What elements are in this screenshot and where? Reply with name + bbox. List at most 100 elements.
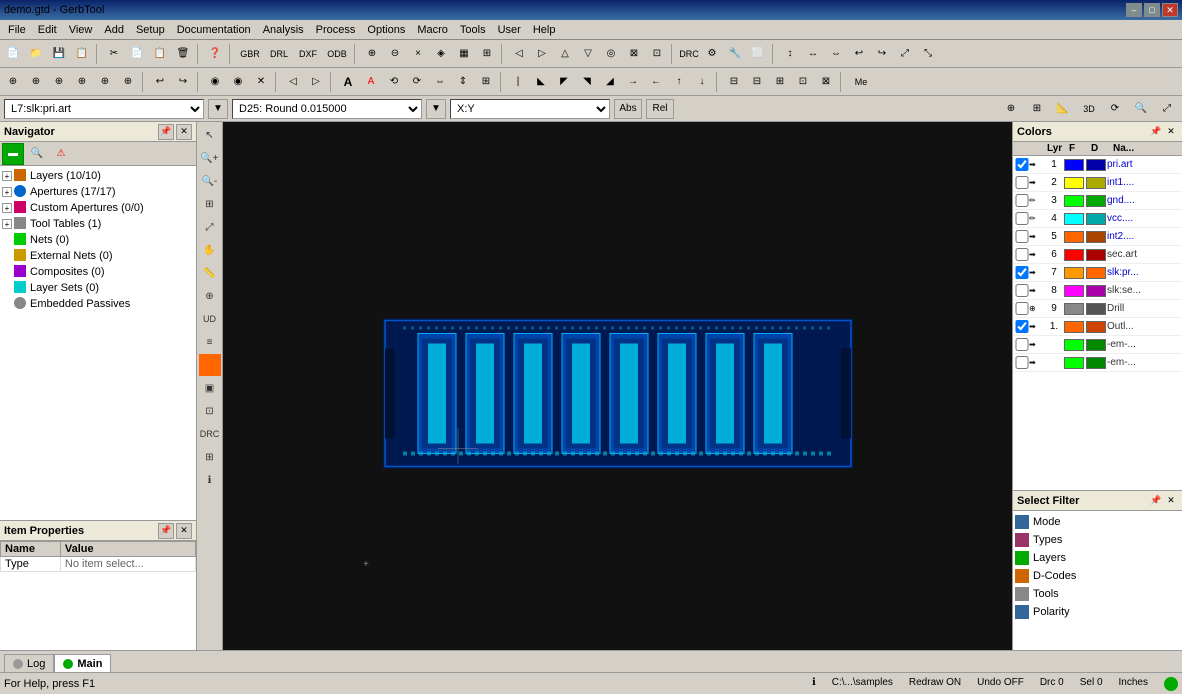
layer-4-color-f[interactable] (1064, 213, 1084, 225)
layer-8-color-f[interactable] (1064, 285, 1084, 297)
layer-5-color-f[interactable] (1064, 231, 1084, 243)
color-row-6[interactable]: ➡ 6 sec.art (1013, 246, 1182, 264)
rot1[interactable]: ⟲ (383, 71, 405, 93)
menu-tools[interactable]: Tools (454, 22, 492, 38)
tree-item-embed[interactable]: Embedded Passives (2, 296, 194, 312)
tool13[interactable]: ⊡ (646, 43, 668, 65)
tool11[interactable]: ◎ (600, 43, 622, 65)
tool6[interactable]: ⊞ (476, 43, 498, 65)
maximize-button[interactable]: □ (1144, 3, 1160, 17)
layer-9-check[interactable] (1015, 302, 1029, 315)
layer-6-color-f[interactable] (1064, 249, 1084, 261)
menu-help[interactable]: Help (527, 22, 562, 38)
aperture-dropdown-btn[interactable]: ▼ (426, 99, 446, 119)
sf-item-types[interactable]: Types (1015, 531, 1180, 549)
color-row-4[interactable]: ✏ 4 vcc.... (1013, 210, 1182, 228)
tree-item-custom[interactable]: + Custom Apertures (0/0) (2, 200, 194, 216)
lt-fill-btn[interactable]: ▣ (199, 377, 221, 399)
color-row-11[interactable]: ➡ -em-... (1013, 336, 1182, 354)
minimize-button[interactable]: – (1126, 3, 1142, 17)
drl-btn[interactable]: DRL (265, 43, 293, 65)
layer-1-color-d[interactable] (1086, 159, 1106, 171)
layer-5-color-d[interactable] (1086, 231, 1106, 243)
tool9[interactable]: △ (554, 43, 576, 65)
color-row-9[interactable]: ⊕ 9 Drill (1013, 300, 1182, 318)
arr1[interactable]: ◁ (282, 71, 304, 93)
layer-11-color-d[interactable] (1086, 339, 1106, 351)
menu-view[interactable]: View (63, 22, 99, 38)
tool12[interactable]: ⊠ (623, 43, 645, 65)
drill4[interactable]: ⬜ (747, 43, 769, 65)
color-row-10[interactable]: ➡ 1. Outl... (1013, 318, 1182, 336)
drill2[interactable]: ⚙ (701, 43, 723, 65)
sf-item-mode[interactable]: Mode (1015, 513, 1180, 531)
save-as-button[interactable]: 📋 (71, 43, 93, 65)
align1[interactable]: ⊟ (723, 71, 745, 93)
snap2[interactable]: ⊕ (25, 71, 47, 93)
sel1[interactable]: ◉ (204, 71, 226, 93)
tree-item-tool[interactable]: + Tool Tables (1) (2, 216, 194, 232)
tree-item-apertures[interactable]: + Apertures (17/17) (2, 184, 194, 200)
nav-btn-3[interactable]: ⚠ (50, 143, 72, 165)
layer-3-check[interactable] (1015, 194, 1029, 207)
view-snap-btn[interactable]: ⊕ (1000, 98, 1022, 120)
coord-select[interactable]: X:Y (450, 99, 610, 119)
expand-layers[interactable]: + (2, 171, 12, 181)
drill3[interactable]: 🔧 (724, 43, 746, 65)
menu-edit[interactable]: Edit (32, 22, 63, 38)
layer-2-color-f[interactable] (1064, 177, 1084, 189)
layer-12-color-d[interactable] (1086, 357, 1106, 369)
sel3[interactable]: ✕ (250, 71, 272, 93)
geo1[interactable]: | (507, 71, 529, 93)
layer-12-color-f[interactable] (1064, 357, 1084, 369)
layer-1-color-f[interactable] (1064, 159, 1084, 171)
scale1[interactable]: ⊞ (475, 71, 497, 93)
nav-btn-1[interactable]: ▬ (2, 143, 24, 165)
layer-2-check[interactable] (1015, 176, 1029, 189)
tree-item-ext[interactable]: External Nets (0) (2, 248, 194, 264)
tree-item-layers[interactable]: + Layers (10/10) (2, 168, 194, 184)
view-3d-btn[interactable]: 3D (1078, 98, 1100, 120)
expand-tool[interactable]: + (2, 219, 12, 229)
view-zoom-btn[interactable]: 🔍 (1130, 98, 1152, 120)
nav-pin-button[interactable]: 📌 (158, 124, 174, 140)
geo4[interactable]: ◥ (576, 71, 598, 93)
menu-add[interactable]: Add (98, 22, 130, 38)
layer-6-check[interactable] (1015, 248, 1029, 261)
geo7[interactable]: ← (645, 71, 667, 93)
layer-4-color-d[interactable] (1086, 213, 1106, 225)
colors-pin-btn[interactable]: 📌 (1149, 125, 1163, 139)
layer-4-check[interactable] (1015, 212, 1029, 225)
lt-ud-btn[interactable]: UD (199, 308, 221, 330)
lt-zoom-area-btn[interactable]: ⊞ (199, 193, 221, 215)
color-row-12[interactable]: ➡ -em-... (1013, 354, 1182, 372)
rot2[interactable]: ⟳ (406, 71, 428, 93)
menu-file[interactable]: File (2, 22, 32, 38)
align4[interactable]: ⊡ (792, 71, 814, 93)
sf-item-dcodes[interactable]: D-Codes (1015, 567, 1180, 585)
layer-dropdown-btn[interactable]: ▼ (208, 99, 228, 119)
color-row-8[interactable]: ➡ 8 slk:se... (1013, 282, 1182, 300)
lt-zoom-out-btn[interactable]: 🔍- (199, 170, 221, 192)
odb-btn[interactable]: ODB (323, 43, 351, 65)
view-redraw-btn[interactable]: ⟳ (1104, 98, 1126, 120)
colors-close-btn[interactable]: ✕ (1164, 125, 1178, 139)
menu-setup[interactable]: Setup (130, 22, 171, 38)
layer-11-check[interactable] (1015, 338, 1029, 351)
layer-1-check[interactable] (1015, 158, 1029, 171)
lt-zoom-in-btn[interactable]: 🔍+ (199, 147, 221, 169)
layer-8-check[interactable] (1015, 284, 1029, 297)
tool4[interactable]: ◈ (430, 43, 452, 65)
layer-6-color-d[interactable] (1086, 249, 1106, 261)
align2[interactable]: ⊟ (746, 71, 768, 93)
lt-net-btn[interactable]: ⊡ (199, 400, 221, 422)
color-row-2[interactable]: ➡ 2 int1.... (1013, 174, 1182, 192)
layer-11-color-f[interactable] (1064, 339, 1084, 351)
snap1[interactable]: ⊕ (2, 71, 24, 93)
align5[interactable]: ⊠ (815, 71, 837, 93)
menu-documentation[interactable]: Documentation (171, 22, 257, 38)
layer-5-check[interactable] (1015, 230, 1029, 243)
delete-button[interactable]: 🗑 (172, 43, 194, 65)
geo2[interactable]: ◣ (530, 71, 552, 93)
menu-user[interactable]: User (492, 22, 527, 38)
